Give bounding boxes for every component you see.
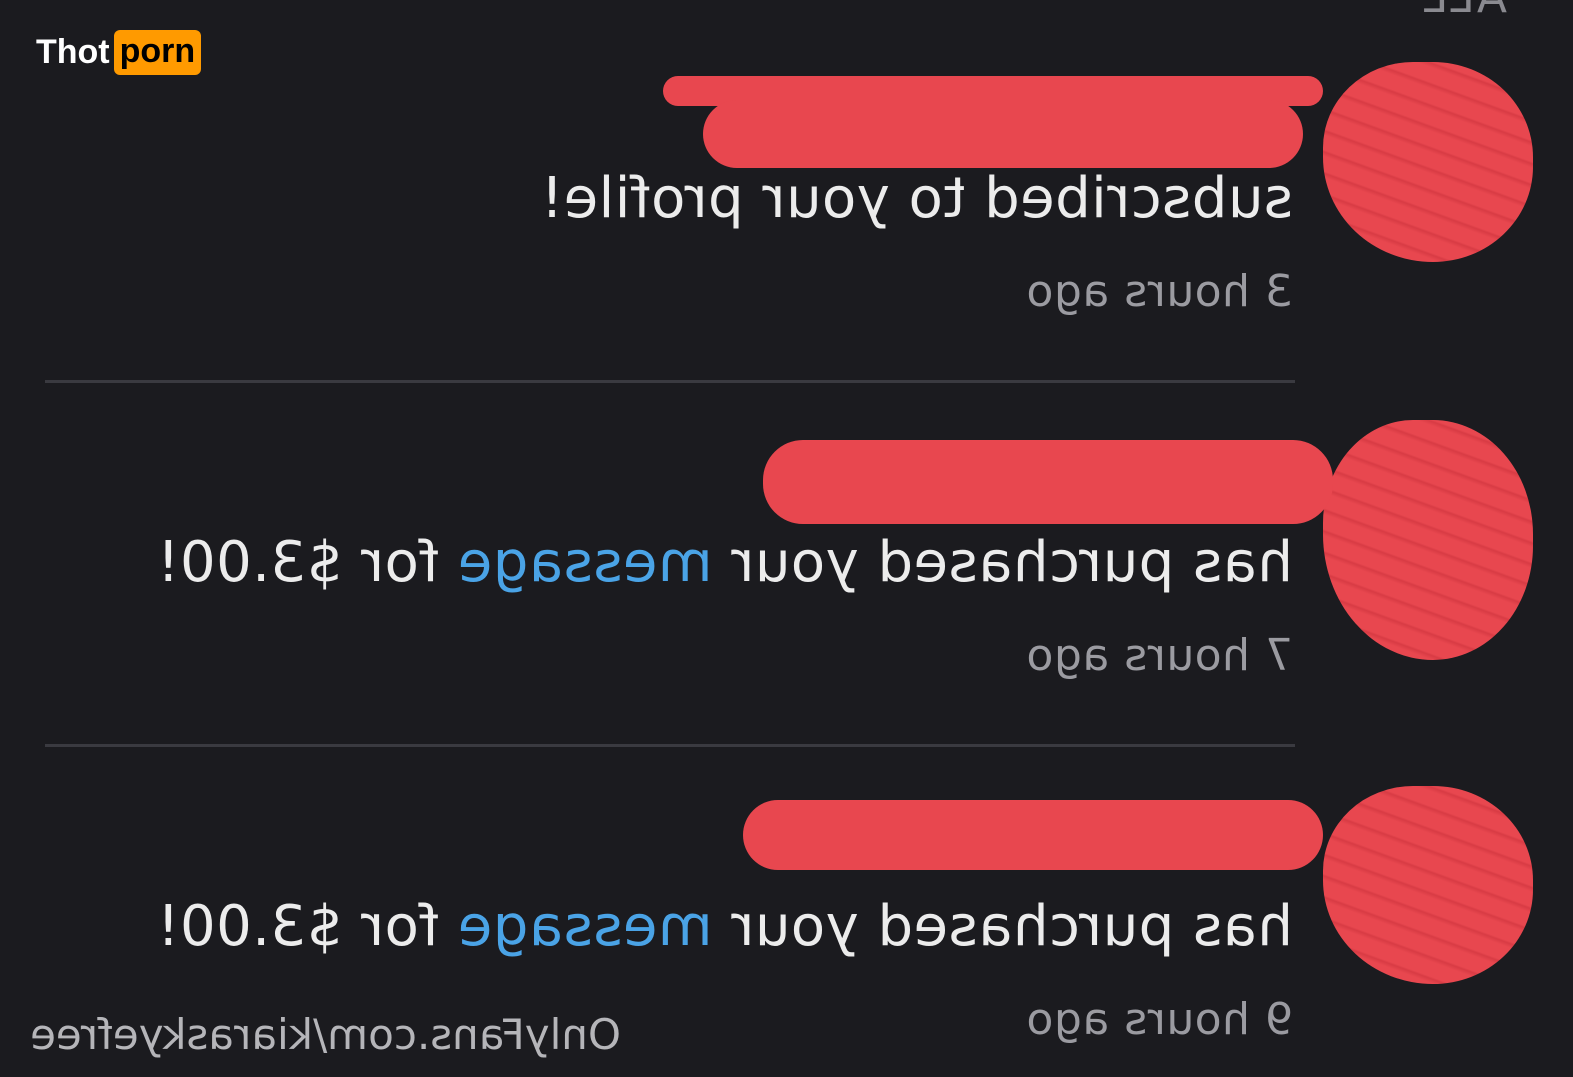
notification-time: 7 hours ago	[1026, 630, 1293, 681]
divider	[45, 744, 1295, 747]
avatar-redaction	[1323, 420, 1533, 660]
message-text: for $3.00!	[156, 894, 458, 959]
logo-text-part1: Thot	[36, 33, 110, 71]
mirrored-notification-feed: ALL subscribed to your profile! 3 hours …	[0, 0, 1573, 1077]
filter-tab-all[interactable]: ALL	[1422, 0, 1507, 23]
watermark-url: OnlyFans.com/kiaraskyefree	[30, 1010, 621, 1059]
notification-time: 3 hours ago	[1026, 266, 1293, 317]
username-redaction	[743, 800, 1323, 870]
site-logo: Thot porn	[36, 30, 202, 75]
message-link[interactable]: message	[457, 530, 712, 595]
notification-time: 9 hours ago	[1026, 994, 1293, 1045]
logo-text-part2: porn	[113, 30, 202, 75]
notification-message: has purchased your message for $3.00!	[157, 530, 1293, 595]
message-link[interactable]: message	[457, 894, 712, 959]
notification-message: subscribed to your profile!	[540, 166, 1293, 231]
avatar-redaction	[1323, 62, 1533, 262]
avatar-redaction	[1323, 786, 1533, 984]
message-text: for $3.00!	[156, 530, 458, 595]
username-redaction	[763, 440, 1333, 524]
message-text: has purchased your	[712, 530, 1293, 595]
username-redaction	[703, 100, 1303, 168]
divider	[45, 380, 1295, 383]
screenshot-stage: ALL subscribed to your profile! 3 hours …	[0, 0, 1573, 1077]
message-text: subscribed to your profile!	[540, 166, 1293, 231]
message-text: has purchased your	[712, 894, 1293, 959]
notification-message: has purchased your message for $3.00!	[157, 894, 1293, 959]
